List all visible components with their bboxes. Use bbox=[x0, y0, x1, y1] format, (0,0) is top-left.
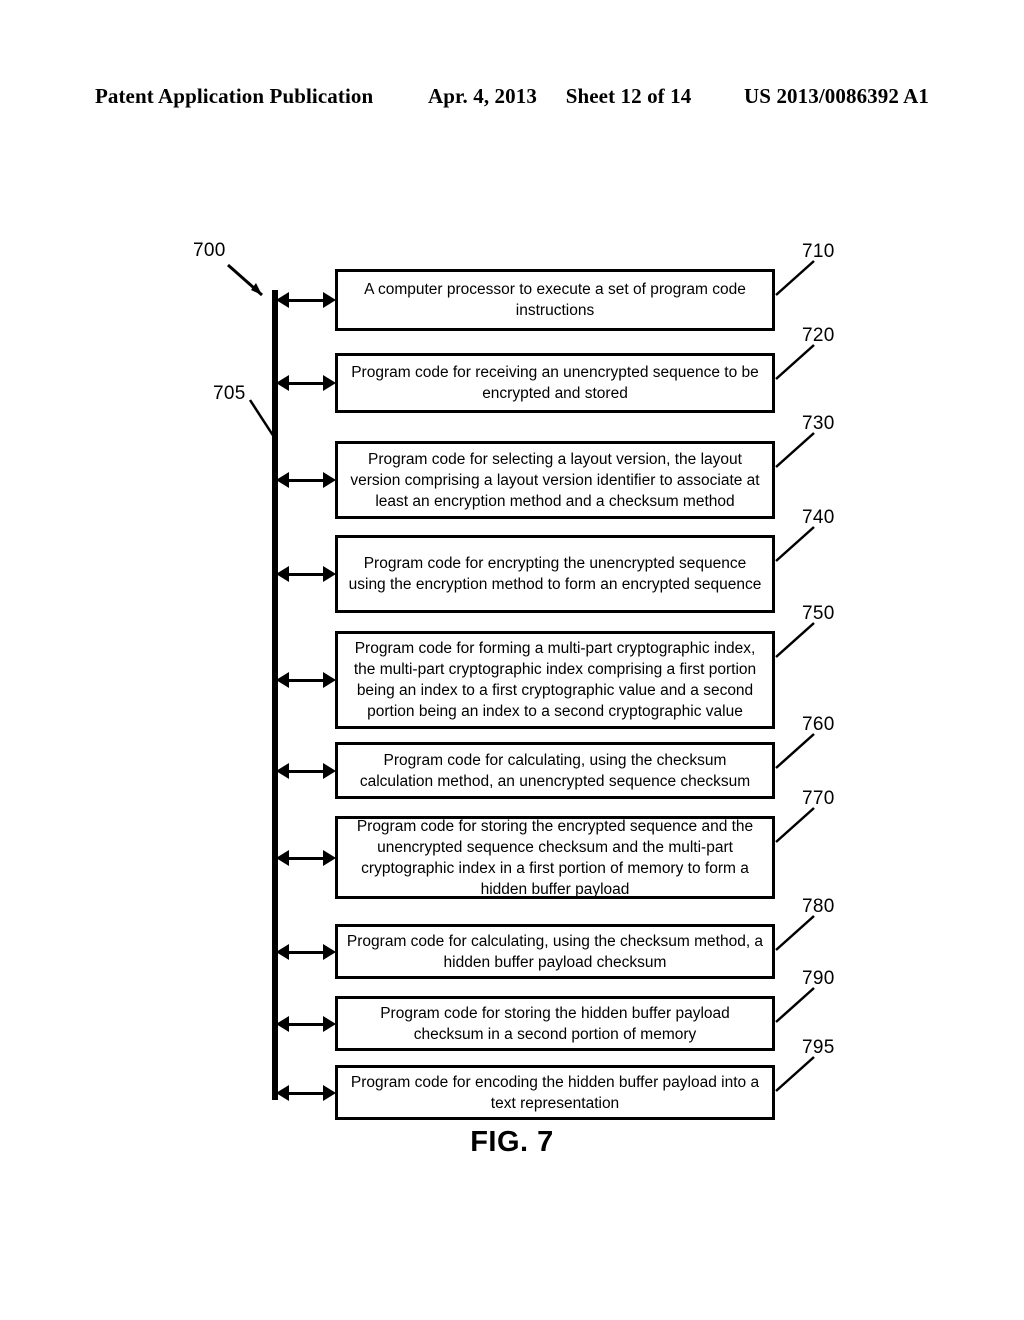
reference-leader-750 bbox=[775, 622, 815, 658]
process-block-text: Program code for calculating, using the … bbox=[359, 751, 751, 790]
process-block-text: Program code for storing the encrypted s… bbox=[356, 817, 754, 898]
reference-leader-730 bbox=[775, 432, 815, 468]
reference-leader-780 bbox=[775, 915, 815, 951]
bus-connector-750 bbox=[276, 671, 336, 689]
system-bus-line bbox=[272, 290, 278, 1100]
figure-7-diagram: 700 705 A computer processor to execute … bbox=[0, 0, 1024, 1320]
reference-number-740: 740 bbox=[802, 507, 835, 528]
process-block-text: Program code for encoding the hidden buf… bbox=[350, 1073, 760, 1112]
process-block-text: A computer processor to execute a set of… bbox=[364, 281, 746, 319]
reference-leader-790 bbox=[775, 987, 815, 1023]
reference-number-780: 780 bbox=[802, 896, 835, 917]
reference-number-790: 790 bbox=[802, 968, 835, 989]
bus-connector-740 bbox=[276, 565, 336, 583]
bus-connector-710 bbox=[276, 291, 336, 309]
bus-connector-720 bbox=[276, 374, 336, 392]
process-block-text: Program code for receiving an unencrypte… bbox=[351, 364, 759, 402]
bus-connector-760 bbox=[276, 762, 336, 780]
process-block-720[interactable]: Program code for receiving an unencrypte… bbox=[335, 353, 775, 413]
process-block-text: Program code for calculating, using the … bbox=[346, 932, 764, 971]
process-block-740[interactable]: Program code for encrypting the unencryp… bbox=[335, 535, 775, 613]
bus-reference-leader-705 bbox=[248, 399, 278, 441]
process-block-760[interactable]: Program code for calculating, using the … bbox=[335, 742, 775, 799]
process-block-750[interactable]: Program code for forming a multi-part cr… bbox=[335, 631, 775, 729]
reference-leader-740 bbox=[775, 526, 815, 562]
reference-number-750: 750 bbox=[802, 603, 835, 624]
process-block-text: Program code for encrypting the unencryp… bbox=[348, 555, 762, 593]
bus-connector-790 bbox=[276, 1015, 336, 1033]
bus-connector-780 bbox=[276, 943, 336, 961]
reference-leader-710 bbox=[775, 260, 815, 296]
process-block-text: Program code for storing the hidden buff… bbox=[380, 1004, 730, 1043]
process-block-text: Program code for forming a multi-part cr… bbox=[353, 640, 757, 720]
bus-connector-795 bbox=[276, 1084, 336, 1102]
process-block-795[interactable]: Program code for encoding the hidden buf… bbox=[335, 1065, 775, 1120]
reference-number-730: 730 bbox=[802, 413, 835, 434]
process-block-text: Program code for selecting a layout vers… bbox=[350, 450, 760, 510]
process-block-790[interactable]: Program code for storing the hidden buff… bbox=[335, 996, 775, 1051]
reference-number-770: 770 bbox=[802, 788, 835, 809]
figure-caption: FIG. 7 bbox=[470, 1126, 554, 1158]
bus-connector-730 bbox=[276, 471, 336, 489]
process-block-770[interactable]: Program code for storing the encrypted s… bbox=[335, 816, 775, 899]
bus-reference-label-705: 705 bbox=[213, 383, 246, 404]
bus-connector-770 bbox=[276, 849, 336, 867]
reference-leader-795 bbox=[775, 1056, 815, 1092]
reference-leader-760 bbox=[775, 733, 815, 769]
reference-leader-720 bbox=[775, 344, 815, 380]
reference-number-710: 710 bbox=[802, 241, 835, 262]
reference-number-720: 720 bbox=[802, 325, 835, 346]
process-block-780[interactable]: Program code for calculating, using the … bbox=[335, 924, 775, 979]
reference-leader-770 bbox=[775, 807, 815, 843]
process-block-710[interactable]: A computer processor to execute a set of… bbox=[335, 269, 775, 331]
reference-number-760: 760 bbox=[802, 714, 835, 735]
process-block-730[interactable]: Program code for selecting a layout vers… bbox=[335, 441, 775, 519]
reference-number-795: 795 bbox=[802, 1037, 835, 1058]
